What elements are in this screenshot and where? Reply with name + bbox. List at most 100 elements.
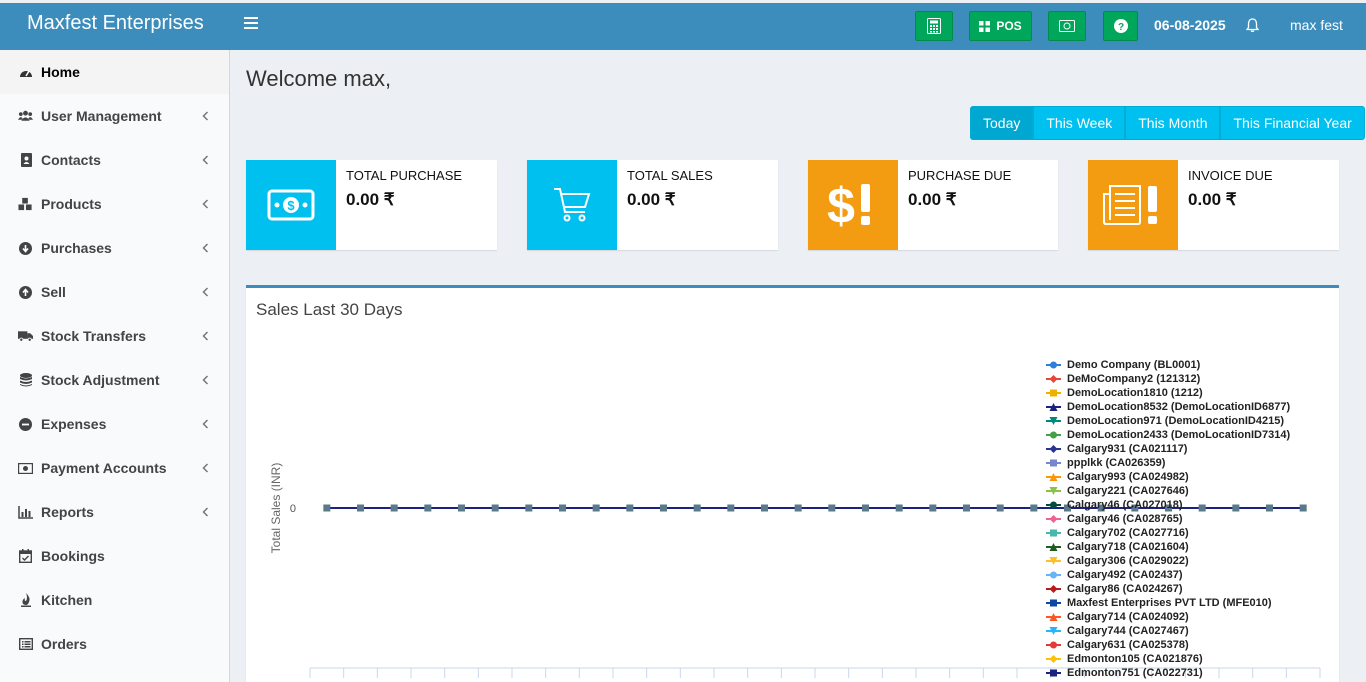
legend-item[interactable]: Demo Company (BL0001) <box>1046 358 1290 372</box>
legend-item[interactable]: Calgary86 (CA024267) <box>1046 582 1290 596</box>
legend-item[interactable]: Edmonton105 (CA021876) <box>1046 652 1290 666</box>
legend-item[interactable]: DemoLocation971 (DemoLocationID4215) <box>1046 414 1290 428</box>
data-point-marker <box>929 504 937 512</box>
sidebar-item-purchases[interactable]: Purchases <box>0 226 229 270</box>
database-icon <box>18 373 33 388</box>
legend-item[interactable]: Calgary744 (CA027467) <box>1046 624 1290 638</box>
sidebar-item-label: Expenses <box>41 416 107 432</box>
legend-marker-icon <box>1046 557 1061 565</box>
users-icon <box>18 109 33 124</box>
sidebar-item-orders[interactable]: Orders <box>0 622 229 666</box>
legend-item[interactable]: Calgary221 (CA027646) <box>1046 484 1290 498</box>
sidebar-item-stock-transfers[interactable]: Stock Transfers <box>0 314 229 358</box>
address-book-icon <box>18 153 33 168</box>
legend-marker-icon <box>1046 543 1061 551</box>
fire-icon <box>18 593 33 608</box>
cash-register-button[interactable] <box>1048 11 1086 41</box>
legend-item[interactable]: Calgary631 (CA025378) <box>1046 638 1290 652</box>
sidebar-item-kitchen[interactable]: Kitchen <box>0 578 229 622</box>
svg-text:$: $ <box>287 198 295 213</box>
legend-marker-icon <box>1046 669 1061 677</box>
sidebar-item-label: Sell <box>41 284 66 300</box>
top-navbar: Maxfest Enterprises POS ? 06-08-2025 max… <box>0 3 1366 50</box>
legend-marker-icon <box>1046 585 1061 593</box>
info-box-value: 0.00 ₹ <box>627 190 676 209</box>
user-menu[interactable]: max fest <box>1290 3 1343 48</box>
legend-label: Calgary931 (CA021117) <box>1067 443 1188 455</box>
period-this-month-button[interactable]: This Month <box>1125 106 1221 140</box>
period-this-week-button[interactable]: This Week <box>1033 106 1126 140</box>
data-point-marker <box>323 504 331 512</box>
legend-marker-icon <box>1046 459 1061 467</box>
legend-item[interactable]: Calgary492 (CA02437) <box>1046 568 1290 582</box>
y-axis-label: Total Sales (INR) <box>269 463 283 554</box>
legend-item[interactable]: Edmonton751 (CA022731) <box>1046 666 1290 680</box>
legend-label: Calgary714 (CA024092) <box>1067 611 1189 623</box>
legend-marker-icon <box>1046 403 1061 411</box>
total-purchase-box: $ TOTAL PURCHASE 0.00 ₹ <box>246 160 497 250</box>
calculator-button[interactable] <box>915 11 953 41</box>
sidebar-item-label: Kitchen <box>41 592 93 608</box>
legend-label: DemoLocation971 (DemoLocationID4215) <box>1067 415 1284 427</box>
arrow-circle-down-icon <box>18 241 33 256</box>
data-point-marker <box>424 504 432 512</box>
legend-marker-icon <box>1046 361 1061 369</box>
total-sales-box: TOTAL SALES 0.00 ₹ <box>527 160 778 250</box>
info-box-label: PURCHASE DUE <box>908 168 1012 183</box>
legend-item[interactable]: DeMoCompany2 (121312) <box>1046 372 1290 386</box>
legend-item[interactable]: DemoLocation8532 (DemoLocationID6877) <box>1046 400 1290 414</box>
brand-logo[interactable]: Maxfest Enterprises <box>0 3 230 50</box>
sidebar-item-expenses[interactable]: Expenses <box>0 402 229 446</box>
sidebar-item-reports[interactable]: Reports <box>0 490 229 534</box>
legend-item[interactable]: Calgary46 (CA027018) <box>1046 498 1290 512</box>
header-date: 06-08-2025 <box>1154 17 1226 33</box>
legend-item[interactable]: Calgary306 (CA029022) <box>1046 554 1290 568</box>
notifications-bell-icon[interactable] <box>1245 18 1260 38</box>
svg-text:?: ? <box>1117 22 1123 33</box>
period-this-financial-year-button[interactable]: This Financial Year <box>1220 106 1365 140</box>
sidebar-item-user-management[interactable]: User Management <box>0 94 229 138</box>
legend-label: Calgary306 (CA029022) <box>1067 555 1189 567</box>
legend-item[interactable]: Calgary46 (CA028765) <box>1046 512 1290 526</box>
legend-label: Calgary492 (CA02437) <box>1067 569 1183 581</box>
sidebar-item-bookings[interactable]: Bookings <box>0 534 229 578</box>
sidebar-item-contacts[interactable]: Contacts <box>0 138 229 182</box>
legend-item[interactable]: Calgary702 (CA027716) <box>1046 526 1290 540</box>
legend-item[interactable]: Maxfest Enterprises PVT LTD (MFE010) <box>1046 596 1290 610</box>
sidebar-item-products[interactable]: Products <box>0 182 229 226</box>
sidebar-item-label: Home <box>41 64 80 80</box>
legend-marker-icon <box>1046 599 1061 607</box>
legend-item[interactable]: DemoLocation2433 (DemoLocationID7314) <box>1046 428 1290 442</box>
period-today-button[interactable]: Today <box>970 106 1034 140</box>
sidebar-toggle-icon[interactable] <box>244 17 258 31</box>
sidebar-item-payment-accounts[interactable]: Payment Accounts <box>0 446 229 490</box>
sidebar-item-stock-adjustment[interactable]: Stock Adjustment <box>0 358 229 402</box>
sidebar-item-sell[interactable]: Sell <box>0 270 229 314</box>
question-circle-icon: ? <box>1113 19 1128 33</box>
legend-item[interactable]: Calgary931 (CA021117) <box>1046 442 1290 456</box>
data-point-marker <box>693 504 701 512</box>
legend-label: Edmonton105 (CA021876) <box>1067 653 1203 665</box>
data-point-marker <box>525 504 533 512</box>
help-button[interactable]: ? <box>1103 11 1138 41</box>
legend-marker-icon <box>1046 375 1061 383</box>
dashboard-icon <box>18 65 33 80</box>
pos-label: POS <box>996 19 1022 33</box>
period-filter-group: Today This Week This Month This Financia… <box>970 106 1365 140</box>
data-point-marker <box>491 504 499 512</box>
legend-item[interactable]: Calgary718 (CA021604) <box>1046 540 1290 554</box>
legend-item[interactable]: Calgary993 (CA024982) <box>1046 470 1290 484</box>
sidebar: Home User Management Contacts Products P… <box>0 50 230 682</box>
legend-marker-icon <box>1046 487 1061 495</box>
info-box-value: 0.00 ₹ <box>908 190 957 209</box>
legend-item[interactable]: ppplkk (CA026359) <box>1046 456 1290 470</box>
chevron-left-icon <box>202 199 209 209</box>
legend-item[interactable]: DemoLocation1810 (1212) <box>1046 386 1290 400</box>
legend-label: Edmonton751 (CA022731) <box>1067 667 1203 679</box>
minus-circle-icon <box>18 417 33 432</box>
legend-item[interactable]: Calgary714 (CA024092) <box>1046 610 1290 624</box>
sidebar-item-home[interactable]: Home <box>0 50 229 94</box>
pos-button[interactable]: POS <box>969 11 1032 41</box>
legend-label: DeMoCompany2 (121312) <box>1067 373 1201 385</box>
calculator-icon <box>927 18 941 34</box>
